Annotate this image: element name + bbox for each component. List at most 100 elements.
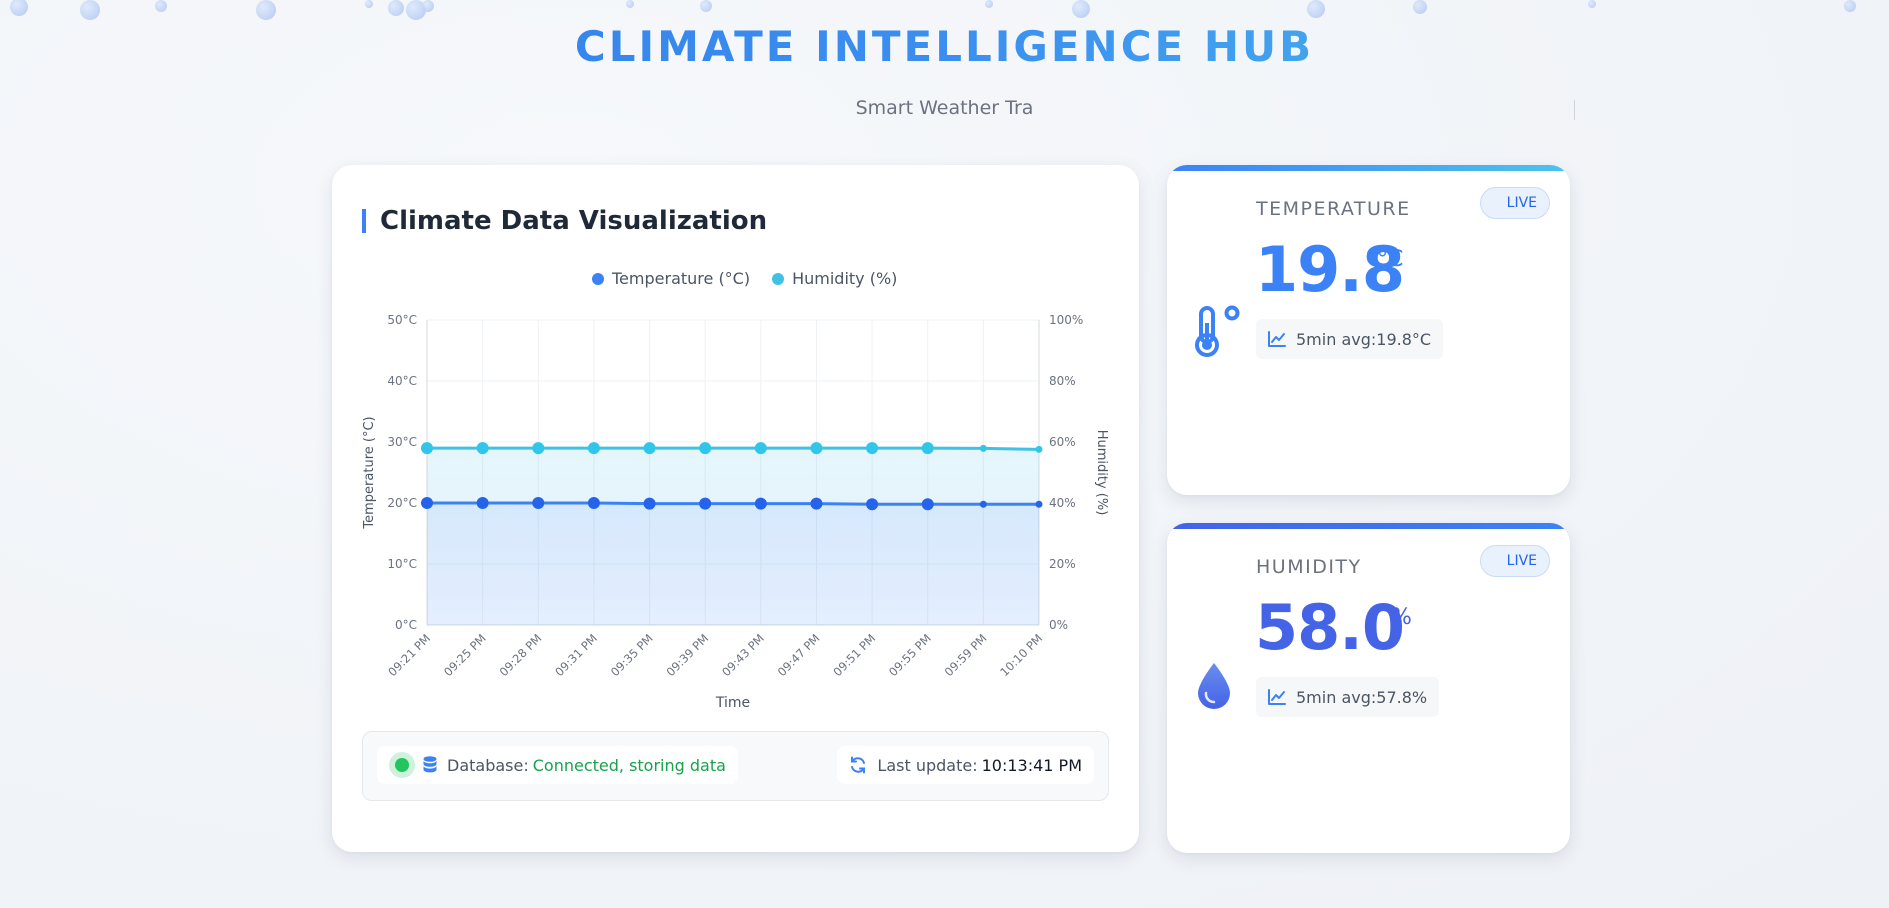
- humidity-card: LIVE HUMIDITY 58.0 % 5min avg:57.8%: [1167, 523, 1570, 853]
- decor-bubble: [1072, 0, 1090, 18]
- temperature-point: [979, 500, 987, 508]
- x-tick-label: 09:55 PM: [886, 631, 934, 679]
- droplet-icon: [1194, 661, 1234, 715]
- y2-axis-title: Humidity (%): [1094, 430, 1109, 516]
- decor-bubble: [1588, 0, 1596, 8]
- y-tick-label: 50°C: [387, 313, 417, 327]
- humidity-point: [866, 442, 879, 455]
- chart-panel: Climate Data Visualization Temperature (…: [332, 165, 1139, 852]
- chart-line-icon: [1268, 331, 1286, 347]
- temperature-area: [427, 503, 1039, 625]
- card-accent-bar: [1167, 523, 1570, 529]
- temperature-point: [866, 498, 879, 511]
- humidity-point: [532, 442, 545, 455]
- decor-bubble: [155, 0, 167, 12]
- last-update-label: Last update:: [877, 755, 978, 775]
- chart-line-icon: [1268, 689, 1286, 705]
- humidity-point: [587, 442, 600, 455]
- temperature-point: [754, 497, 767, 510]
- humidity-point: [1035, 445, 1043, 453]
- humidity-point: [699, 442, 712, 455]
- x-tick-label: 09:28 PM: [497, 631, 545, 679]
- temperature-point: [921, 498, 934, 511]
- y2-tick-label: 0%: [1049, 618, 1068, 632]
- y2-tick-label: 40%: [1049, 496, 1076, 510]
- y2-tick-label: 60%: [1049, 435, 1076, 449]
- humidity-point: [754, 442, 767, 455]
- temperature-average-text: 5min avg:19.8°C: [1296, 329, 1432, 349]
- y-tick-label: 10°C: [387, 557, 417, 571]
- humidity-point: [421, 442, 433, 455]
- temperature-point: [643, 497, 656, 510]
- temperature-point: [421, 497, 433, 509]
- humidity-point: [643, 442, 656, 455]
- humidity-point: [979, 444, 987, 452]
- temperature-average: 5min avg:19.8°C: [1256, 319, 1444, 359]
- y-tick-label: 40°C: [387, 374, 417, 388]
- decor-bubble: [1413, 0, 1427, 14]
- humidity-point: [810, 442, 823, 455]
- y2-tick-label: 100%: [1049, 313, 1083, 327]
- live-badge: LIVE: [1480, 187, 1550, 219]
- database-label: Database:: [447, 755, 529, 775]
- x-tick-label: 09:51 PM: [830, 631, 878, 679]
- refresh-icon[interactable]: [849, 756, 867, 774]
- temperature-point: [587, 497, 600, 509]
- humidity-label: HUMIDITY: [1256, 556, 1362, 578]
- x-tick-label: 09:21 PM: [385, 631, 433, 679]
- decor-bubble: [422, 0, 434, 12]
- decor-bubble: [700, 0, 712, 12]
- decor-bubble: [388, 0, 404, 16]
- status-bar: Database: Connected, storing data Last u…: [362, 731, 1109, 801]
- decor-bubble: [80, 0, 100, 20]
- database-status-text: Connected, storing data: [532, 755, 726, 775]
- decor-bubble: [626, 0, 634, 8]
- decor-bubble: [365, 0, 373, 8]
- climate-chart: 0°C 10°C 20°C 30°C 40°C 50°C 0% 20% 40% 60% 80% 100…: [362, 313, 1109, 711]
- humidity-point: [476, 442, 489, 455]
- x-tick-label: 09:39 PM: [663, 631, 711, 679]
- live-badge: LIVE: [1480, 545, 1550, 577]
- thermometer-icon: [1194, 305, 1242, 361]
- temperature-point: [476, 497, 489, 509]
- humidity-average-text: 5min avg:57.8%: [1296, 687, 1428, 707]
- decor-bubble: [1844, 0, 1856, 12]
- x-tick-label: 09:47 PM: [775, 631, 823, 679]
- x-tick-label: 09:59 PM: [942, 631, 990, 679]
- temperature-card: LIVE TEMPERATURE 19.8 °C 5min avg:19.8°C: [1167, 165, 1570, 495]
- temperature-line: [427, 501, 1039, 506]
- humidity-value: 58.0: [1255, 591, 1405, 664]
- y-axis-title: Temperature (°C): [362, 416, 377, 529]
- decor-bubble: [10, 0, 28, 16]
- y2-tick-label: 20%: [1049, 557, 1076, 571]
- connection-indicator: [395, 758, 409, 772]
- x-tick-label: 09:43 PM: [719, 631, 767, 679]
- decor-bubble: [985, 0, 993, 8]
- x-tick-label: 09:35 PM: [608, 631, 656, 679]
- last-update: Last update: 10:13:41 PM: [837, 746, 1094, 784]
- last-update-time: 10:13:41 PM: [981, 755, 1082, 775]
- temperature-point: [699, 497, 712, 510]
- y2-tick-label: 80%: [1049, 374, 1076, 388]
- page-title: CLIMATE INTELLIGENCE HUB: [0, 22, 1889, 71]
- decor-bubble: [1307, 0, 1325, 18]
- temperature-point: [532, 497, 545, 509]
- x-tick-label: 09:25 PM: [441, 631, 489, 679]
- temperature-point: [1035, 500, 1043, 508]
- y-tick-label: 20°C: [387, 496, 417, 510]
- database-icon: [423, 756, 437, 774]
- x-tick-label: 09:31 PM: [552, 631, 600, 679]
- humidity-line: [427, 446, 1040, 451]
- humidity-point: [921, 442, 934, 455]
- humidity-average: 5min avg:57.8%: [1256, 677, 1440, 717]
- live-badge-label: LIVE: [1506, 553, 1537, 569]
- decor-bubble: [256, 0, 276, 20]
- card-accent-bar: [1167, 165, 1570, 171]
- live-badge-label: LIVE: [1506, 195, 1537, 211]
- y-tick-label: 30°C: [387, 435, 417, 449]
- temperature-unit: °C: [1377, 247, 1404, 272]
- x-tick-label: 10:10 PM: [997, 631, 1045, 679]
- humidity-unit: %: [1391, 605, 1412, 630]
- page-subtitle: Smart Weather Tra: [855, 97, 1034, 119]
- x-axis-title: Time: [715, 695, 750, 711]
